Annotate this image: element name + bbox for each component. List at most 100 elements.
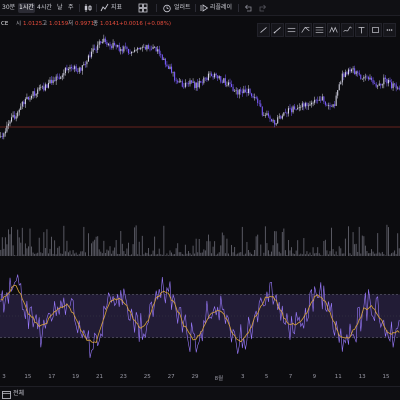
volume-bar [106,249,108,256]
date-tick-label: 21 [96,374,103,380]
candle-body [347,69,349,75]
volume-bar [24,243,26,256]
volume-bar [4,237,6,256]
date-tick-label: 13 [358,374,366,380]
candle-body [214,73,216,78]
candle-body [163,58,165,60]
calendar-icon[interactable] [2,390,11,399]
volume-bar [35,253,37,256]
volume-bar [52,253,54,256]
candle-body [160,53,162,55]
chart-canvas[interactable] [0,0,400,400]
candle-body [178,81,180,83]
volume-bar [246,241,248,256]
candle-body [18,109,20,113]
volume-bar [392,252,394,256]
candle-body [324,101,326,105]
candle-body [271,118,273,122]
volume-bar [138,241,140,256]
volume-bar [44,247,46,256]
volume-bar [91,243,92,256]
volume-bar [284,250,286,256]
candle-body [31,95,33,99]
volume-bar [135,225,137,256]
candle-body [123,46,125,52]
candle-body [63,73,65,76]
candle-body [192,81,194,83]
candle-body [40,87,42,88]
volume-bar [366,251,368,256]
volume-bar [240,252,242,256]
candle-body [369,77,371,80]
candle-body [249,88,251,94]
volume-bar [300,253,302,256]
candle-body [55,76,57,82]
volume-bar [152,250,154,256]
volume-bar [228,253,229,256]
candle-body [323,96,325,102]
volume-bar [49,248,51,256]
candle-body [355,71,357,75]
range-all-button[interactable]: 전체 [13,389,24,399]
volume-bar [175,248,177,256]
volume-bar [384,255,386,256]
volume-bar [391,253,392,256]
volume-bar [71,254,72,256]
candle-body [47,82,49,88]
volume-bar [304,254,306,256]
volume-bar [81,251,83,256]
volume-bar [214,241,216,256]
volume-bar [66,240,68,256]
candle-body [75,66,77,72]
volume-bar [329,251,331,256]
candle-body [54,80,56,82]
volume-bar [380,253,382,256]
volume-bar [352,232,354,256]
candle-body [378,83,380,86]
candle-body [137,48,139,50]
candle-body [111,46,113,48]
candle-body [332,104,334,107]
volume-bar [180,252,182,256]
volume-bar [203,249,205,256]
candle-body [104,38,106,43]
volume-bar [340,248,342,256]
date-tick-label: 3 [241,374,245,380]
candle-body [120,49,122,51]
volume-bar [354,244,356,256]
volume-bar [188,251,189,256]
candle-body [0,136,2,137]
volume-bar [386,224,388,256]
candle-body [131,51,133,54]
candle-body [314,99,316,103]
candle-body [252,96,254,98]
volume-bar [303,238,305,256]
volume-bar [168,255,169,256]
volume-bar [368,253,369,256]
volume-bar [55,254,57,256]
candle-body [318,99,320,101]
volume-bar [272,245,274,256]
volume-bar [9,234,11,256]
candle-body [309,104,311,106]
candle-body [227,82,229,86]
candle-body [60,77,62,79]
volume-bar [294,254,296,256]
candle-body [247,88,249,93]
volume-bar [220,245,222,256]
candle-body [243,89,245,94]
candle-body [23,101,25,105]
candle-body [126,46,128,49]
volume-bar [334,254,336,256]
candle-body [241,91,243,94]
candle-body [7,123,9,126]
candle-body [320,99,322,101]
candle-body [397,87,399,89]
candle-body [175,80,177,82]
volume-bar [291,247,292,256]
candle-body [167,66,169,69]
volume-bar [211,253,212,256]
price-pane [0,34,400,140]
candle-body [27,96,29,100]
candle-body [46,84,48,88]
